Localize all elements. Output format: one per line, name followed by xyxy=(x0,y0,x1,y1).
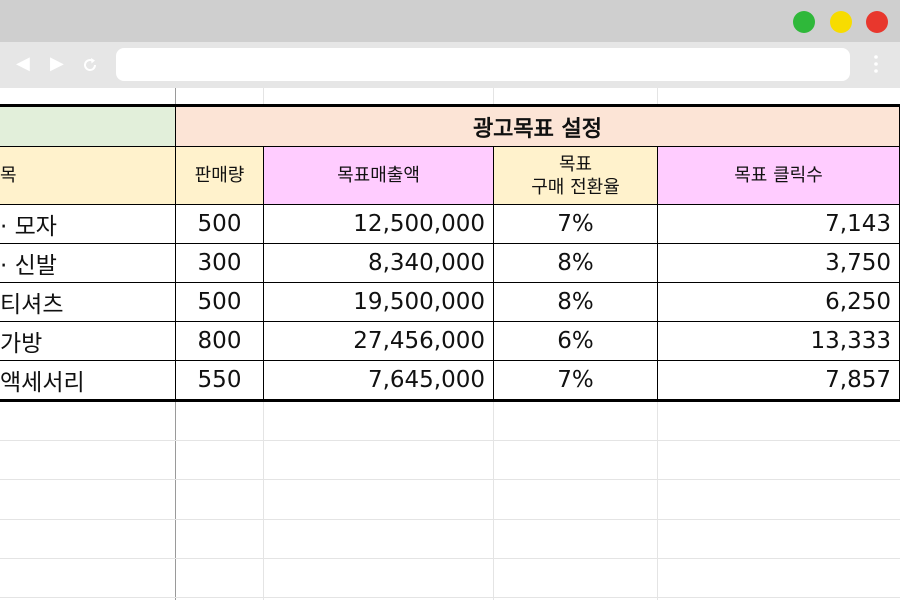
group-header-blank[interactable] xyxy=(0,107,176,147)
col-header-sales-qty[interactable]: 판매량 xyxy=(176,147,264,205)
col-header-target-clicks[interactable]: 목표 클릭수 xyxy=(658,147,900,205)
cell-item[interactable]: · 모자 xyxy=(0,205,176,244)
cell-rate[interactable]: 8% xyxy=(494,244,658,283)
col-header-item[interactable]: 목 xyxy=(0,147,176,205)
close-button[interactable] xyxy=(866,11,888,33)
cell-item[interactable]: 액세서리 xyxy=(0,361,176,399)
row-divider xyxy=(0,597,900,598)
cell-item[interactable]: 가방 xyxy=(0,322,176,361)
cell-revenue[interactable]: 12,500,000 xyxy=(264,205,494,244)
cell-rate[interactable]: 6% xyxy=(494,322,658,361)
cell-clicks[interactable]: 7,857 xyxy=(658,361,900,399)
back-arrow-icon[interactable]: ◀ xyxy=(16,54,30,74)
cell-clicks[interactable]: 13,333 xyxy=(658,322,900,361)
cell-revenue[interactable]: 27,456,000 xyxy=(264,322,494,361)
cell-clicks[interactable]: 7,143 xyxy=(658,205,900,244)
row-divider xyxy=(0,519,900,520)
cell-clicks[interactable]: 6,250 xyxy=(658,283,900,322)
cell-clicks[interactable]: 3,750 xyxy=(658,244,900,283)
address-bar-input[interactable] xyxy=(116,48,850,81)
cell-qty[interactable]: 500 xyxy=(176,283,264,322)
spreadsheet-grid[interactable]: 광고목표 설정 목 판매량 목표매출액 목표 구매 전환율 목표 클릭수 · 모… xyxy=(0,88,900,600)
cell-qty[interactable]: 500 xyxy=(176,205,264,244)
row-divider xyxy=(0,479,900,480)
minimize-button[interactable] xyxy=(830,11,852,33)
col-header-conversion-rate[interactable]: 목표 구매 전환율 xyxy=(494,147,658,205)
cell-qty[interactable]: 300 xyxy=(176,244,264,283)
reload-icon[interactable] xyxy=(81,56,99,79)
forward-arrow-icon[interactable]: ▶ xyxy=(50,54,64,74)
col-header-target-revenue[interactable]: 목표매출액 xyxy=(264,147,494,205)
cell-revenue[interactable]: 19,500,000 xyxy=(264,283,494,322)
group-header-title[interactable]: 광고목표 설정 xyxy=(176,107,900,147)
cell-item[interactable]: · 신발 xyxy=(0,244,176,283)
cell-item[interactable]: 티셔츠 xyxy=(0,283,176,322)
cell-rate[interactable]: 7% xyxy=(494,205,658,244)
window-titlebar xyxy=(0,0,900,42)
cell-qty[interactable]: 800 xyxy=(176,322,264,361)
maximize-button[interactable] xyxy=(793,11,815,33)
cell-rate[interactable]: 8% xyxy=(494,283,658,322)
row-divider xyxy=(0,558,900,559)
row-divider xyxy=(0,440,900,441)
cell-revenue[interactable]: 7,645,000 xyxy=(264,361,494,399)
cell-qty[interactable]: 550 xyxy=(176,361,264,399)
kebab-menu-icon[interactable] xyxy=(871,53,881,79)
col-header-conversion-line2: 구매 전환율 xyxy=(531,176,620,198)
col-header-conversion-line1: 목표 xyxy=(558,153,593,175)
ad-target-table: 광고목표 설정 목 판매량 목표매출액 목표 구매 전환율 목표 클릭수 · 모… xyxy=(0,104,900,402)
cell-rate[interactable]: 7% xyxy=(494,361,658,399)
cell-revenue[interactable]: 8,340,000 xyxy=(264,244,494,283)
